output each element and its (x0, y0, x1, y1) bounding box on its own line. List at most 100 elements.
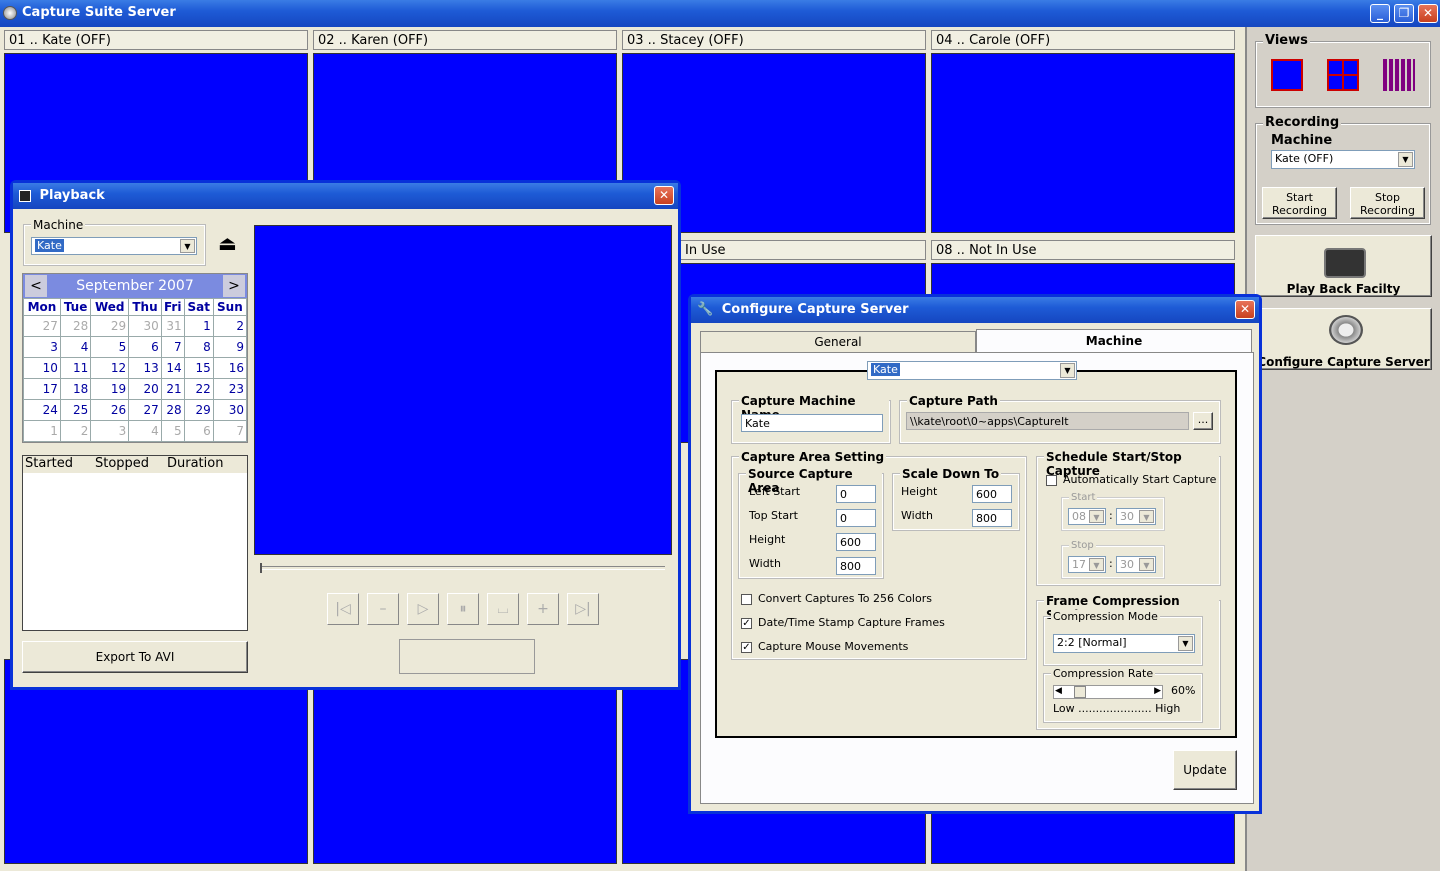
arrow-right-icon[interactable]: ▶ (1154, 686, 1161, 696)
calendar-day[interactable]: 16 (212, 357, 248, 379)
convert-256-checkbox[interactable] (741, 594, 752, 605)
calendar-day[interactable]: 1 (183, 315, 214, 337)
calendar-day[interactable]: 23 (212, 378, 248, 400)
configure-server-button[interactable]: Configure Capture Server (1255, 308, 1432, 370)
step-back-icon[interactable]: – (367, 593, 399, 625)
calendar-day[interactable]: 12 (90, 357, 130, 379)
calendar-day[interactable]: 14 (160, 357, 185, 379)
update-button[interactable]: Update (1173, 750, 1237, 790)
auto-start-checkbox[interactable] (1046, 475, 1057, 486)
start-minute-select[interactable]: 30 ▼ (1116, 508, 1156, 525)
tab-general[interactable]: General (700, 331, 976, 353)
calendar-day[interactable]: 31 (160, 315, 185, 337)
calendar-day[interactable]: 25 (59, 399, 92, 421)
prev-month-button[interactable]: < (25, 275, 47, 297)
pause-icon[interactable]: ⏸ (447, 593, 479, 625)
restore-button[interactable]: ❐ (1394, 4, 1414, 23)
calendar-day[interactable]: 27 (128, 399, 162, 421)
compression-rate-slider[interactable]: ◀ ▶ (1053, 685, 1163, 699)
next-month-button[interactable]: > (223, 275, 245, 297)
calendar-day[interactable]: 4 (59, 336, 92, 358)
quad-view-icon[interactable] (1327, 59, 1359, 91)
export-avi-button[interactable]: Export To AVI (22, 641, 248, 673)
top-start-field[interactable]: 0 (836, 509, 876, 527)
scale-width-field[interactable]: 800 (972, 509, 1012, 527)
calendar-day[interactable]: 5 (160, 420, 185, 442)
calendar-day[interactable]: 6 (128, 336, 162, 358)
calendar-day[interactable]: 30 (212, 399, 248, 421)
calendar-day[interactable]: 19 (90, 378, 130, 400)
calendar-day[interactable]: 5 (90, 336, 130, 358)
machine-name-field[interactable]: Kate (741, 414, 883, 432)
calendar-day[interactable]: 29 (90, 315, 130, 337)
single-view-icon[interactable] (1271, 59, 1303, 91)
skip-start-icon[interactable]: |◁ (327, 593, 359, 625)
configure-close-button[interactable]: ✕ (1235, 300, 1255, 319)
stop-hour-select[interactable]: 17 ▼ (1068, 556, 1106, 573)
mouse-movements-checkbox[interactable]: ✓ (741, 642, 752, 653)
stop-recording-button[interactable]: Stop Recording (1350, 187, 1425, 219)
eject-icon[interactable]: ⏏ (218, 231, 242, 255)
capture-path-field[interactable]: \\kate\root\0~apps\CaptureIt (906, 412, 1189, 430)
playback-slider[interactable] (260, 563, 665, 573)
calendar-day[interactable]: 2 (212, 315, 248, 337)
calendar-day[interactable]: 3 (90, 420, 130, 442)
calendar-day[interactable]: 29 (183, 399, 214, 421)
slider-thumb[interactable] (260, 563, 262, 573)
calendar-day[interactable]: 17 (23, 378, 61, 400)
calendar-day[interactable]: 22 (183, 378, 214, 400)
calendar-day[interactable]: 30 (128, 315, 162, 337)
calendar-day[interactable]: 21 (160, 378, 185, 400)
calendar-day[interactable]: 28 (160, 399, 185, 421)
minimize-button[interactable]: _ (1370, 4, 1390, 23)
calendar-day[interactable]: 3 (23, 336, 61, 358)
pane-label: 01 .. Kate (OFF) (4, 30, 308, 50)
play-icon[interactable]: ▷ (407, 593, 439, 625)
calendar-day[interactable]: 6 (183, 420, 214, 442)
browse-button[interactable]: ... (1193, 412, 1213, 430)
calendar-day[interactable]: 7 (212, 420, 248, 442)
calendar-day[interactable]: 11 (59, 357, 92, 379)
scale-height-field[interactable]: 600 (972, 485, 1012, 503)
calendar-day[interactable]: 8 (183, 336, 214, 358)
step-forward-icon[interactable]: + (527, 593, 559, 625)
calendar-day[interactable]: 1 (23, 420, 61, 442)
video-pane-4[interactable]: 04 .. Carole (OFF) (931, 30, 1235, 233)
left-start-field[interactable]: 0 (836, 485, 876, 503)
calendar-day[interactable]: 15 (183, 357, 214, 379)
calendar-day[interactable]: 20 (128, 378, 162, 400)
calendar-day[interactable]: 27 (23, 315, 61, 337)
calendar-day[interactable]: 18 (59, 378, 92, 400)
calendar-day[interactable]: 2 (59, 420, 92, 442)
calendar-day[interactable]: 24 (23, 399, 61, 421)
playback-video (254, 225, 672, 555)
start-hour-select[interactable]: 08 ▼ (1068, 508, 1106, 525)
start-label: Start (1069, 492, 1098, 503)
skip-end-icon[interactable]: ▷| (567, 593, 599, 625)
calendar-day[interactable]: 7 (160, 336, 185, 358)
height-field[interactable]: 600 (836, 533, 876, 551)
start-recording-button[interactable]: Start Recording (1262, 187, 1337, 219)
arrow-left-icon[interactable]: ◀ (1055, 686, 1062, 696)
calendar-day[interactable]: 28 (59, 315, 92, 337)
recording-machine-select[interactable]: Kate (OFF) ▼ (1271, 150, 1415, 169)
stop-minute-select[interactable]: 30 ▼ (1116, 556, 1156, 573)
calendar-day[interactable]: 9 (212, 336, 248, 358)
grid-view-icon[interactable] (1383, 59, 1415, 91)
recordings-list[interactable]: Started Stopped Duration (22, 455, 248, 631)
calendar-day[interactable]: 10 (23, 357, 61, 379)
calendar-day[interactable]: 13 (128, 357, 162, 379)
compression-mode-select[interactable]: 2:2 [Normal] ▼ (1053, 634, 1195, 653)
calendar-day[interactable]: 26 (90, 399, 130, 421)
configure-machine-select[interactable]: Kate ▼ (867, 361, 1077, 380)
tab-machine[interactable]: Machine (976, 329, 1252, 353)
slider-thumb[interactable] (1074, 686, 1087, 698)
playback-facility-button[interactable]: Play Back Facilty (1255, 235, 1432, 297)
close-button[interactable]: ✕ (1418, 4, 1438, 23)
playback-close-button[interactable]: ✕ (654, 186, 674, 205)
stop-icon[interactable]: ⌴ (487, 593, 519, 625)
playback-machine-select[interactable]: Kate ▼ (31, 237, 197, 255)
calendar-day[interactable]: 4 (128, 420, 162, 442)
datetime-stamp-checkbox[interactable]: ✓ (741, 618, 752, 629)
width-field[interactable]: 800 (836, 557, 876, 575)
